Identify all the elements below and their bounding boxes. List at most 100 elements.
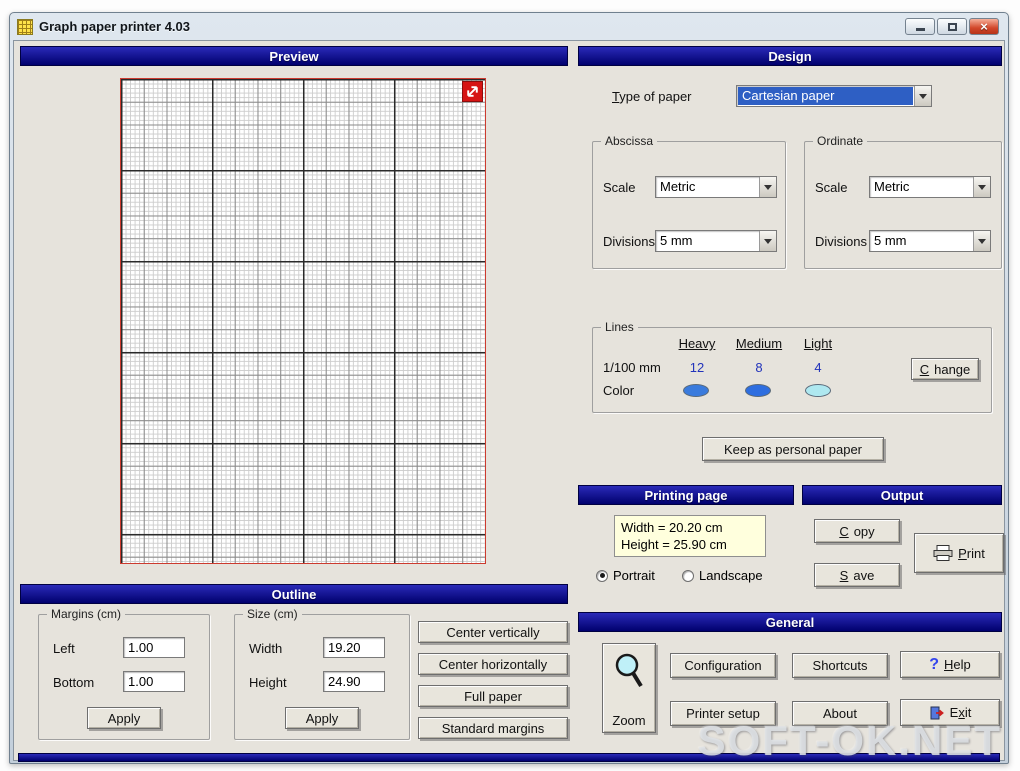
dropdown-arrow-icon[interactable] (759, 177, 776, 197)
height-input[interactable] (323, 671, 385, 692)
zoom-button-label: Zoom (612, 713, 646, 728)
dropdown-arrow-icon[interactable] (914, 86, 931, 106)
radio-selected-icon (596, 569, 608, 582)
app-window: Graph paper printer 4.03 × Preview Outli… (9, 12, 1009, 764)
ordinate-divisions-label: Divisions (815, 234, 868, 249)
maximize-button[interactable] (937, 18, 967, 35)
close-button[interactable]: × (969, 18, 999, 35)
medium-color-swatch[interactable] (745, 384, 771, 397)
help-button[interactable]: ? Help (900, 651, 1000, 678)
portrait-label: Portrait (613, 568, 655, 583)
center-vertically-button[interactable]: Center vertically (418, 621, 568, 643)
height-label: Height (249, 675, 287, 690)
size-group: Size (cm) Width Height Apply (234, 607, 410, 740)
dropdown-arrow-icon[interactable] (759, 231, 776, 251)
shortcuts-button[interactable]: Shortcuts (792, 653, 888, 678)
color-row-label: Color (603, 383, 635, 398)
about-button[interactable]: About (792, 701, 888, 726)
print-button[interactable]: Print (914, 533, 1004, 573)
light-column-header: Light (803, 336, 833, 351)
page-size-info-box: Width = 20.20 cm Height = 25.90 cm (614, 515, 766, 557)
size-apply-button[interactable]: Apply (285, 707, 359, 729)
margins-group-label: Margins (cm) (47, 607, 126, 621)
magnifier-icon (615, 653, 643, 688)
window-body: Preview Outline Margins (cm) Left 1.00 B… (13, 40, 1005, 762)
light-thickness-value: 4 (814, 360, 822, 375)
exit-button-label: Exit (949, 705, 972, 720)
dropdown-arrow-icon[interactable] (973, 231, 990, 251)
title-bar: Graph paper printer 4.03 × (13, 13, 1005, 40)
medium-thickness-value: 8 (755, 360, 763, 375)
heavy-column-header: Heavy (678, 336, 716, 351)
abscissa-scale-value: Metric (660, 179, 696, 194)
abscissa-divisions-label: Divisions (603, 234, 656, 249)
page-height-text: Height = 25.90 cm (621, 537, 727, 552)
ordinate-scale-value: Metric (874, 179, 910, 194)
ordinate-group: Ordinate Scale Metric Divisions 5 mm (804, 134, 1002, 269)
ordinate-divisions-value: 5 mm (874, 233, 907, 248)
page-width-text: Width = 20.20 cm (621, 520, 723, 535)
width-input[interactable] (323, 637, 385, 658)
ordinate-divisions-select[interactable]: 5 mm (869, 230, 991, 252)
print-button-label: Print (958, 545, 985, 561)
save-button[interactable]: Save (814, 563, 900, 587)
landscape-radio[interactable]: Landscape (682, 568, 763, 583)
type-of-paper-label: Type of paper (612, 89, 692, 104)
help-icon: ? (929, 655, 940, 673)
type-of-paper-value: Cartesian paper (738, 87, 913, 105)
left-margin-label: Left (53, 641, 75, 656)
dropdown-arrow-icon[interactable] (973, 177, 990, 197)
general-header: General (578, 612, 1002, 632)
printing-page-header: Printing page (578, 485, 794, 505)
lines-group: Lines Heavy Medium Light 1/100 mm 12 8 4… (592, 320, 992, 413)
abscissa-scale-select[interactable]: Metric (655, 176, 777, 198)
ordinate-scale-select[interactable]: Metric (869, 176, 991, 198)
output-header: Output (802, 485, 1002, 505)
preview-area (20, 66, 568, 578)
printer-setup-button[interactable]: Printer setup (670, 701, 776, 726)
preview-header: Preview (20, 46, 568, 66)
printer-icon (933, 545, 953, 561)
app-icon (17, 18, 33, 35)
medium-column-header: Medium (735, 336, 783, 351)
help-button-label: Help (944, 657, 971, 672)
left-margin-input[interactable] (123, 637, 185, 658)
minimize-button[interactable] (905, 18, 935, 35)
standard-margins-button[interactable]: Standard margins (418, 717, 568, 739)
diagonal-resize-icon (467, 86, 478, 97)
light-color-swatch[interactable] (805, 384, 831, 397)
landscape-label: Landscape (699, 568, 763, 583)
size-group-label: Size (cm) (243, 607, 302, 621)
abscissa-group-label: Abscissa (601, 134, 658, 148)
keep-as-personal-paper-button[interactable]: Keep as personal paper (702, 437, 884, 461)
window-controls: × (905, 18, 1001, 35)
abscissa-divisions-value: 5 mm (660, 233, 693, 248)
bottom-margin-input[interactable] (123, 671, 185, 692)
abscissa-divisions-select[interactable]: 5 mm (655, 230, 777, 252)
configuration-button[interactable]: Configuration (670, 653, 776, 678)
paper-preview (120, 78, 486, 564)
margins-apply-button[interactable]: Apply (87, 707, 161, 729)
heavy-thickness-value: 12 (689, 360, 705, 375)
portrait-radio[interactable]: Portrait (596, 568, 655, 583)
center-horizontally-button[interactable]: Center horizontally (418, 653, 568, 675)
copy-button[interactable]: Copy (814, 519, 900, 543)
thickness-row-label: 1/100 mm (603, 360, 661, 375)
full-paper-button[interactable]: Full paper (418, 685, 568, 707)
design-header: Design (578, 46, 1002, 66)
change-button[interactable]: Change (911, 358, 979, 380)
minimize-icon (915, 28, 925, 31)
screen: Graph paper printer 4.03 × Preview Outli… (0, 0, 1020, 771)
radio-unselected-icon (682, 569, 694, 582)
maximize-icon (947, 22, 957, 31)
resize-preview-button[interactable] (462, 81, 483, 102)
window-title: Graph paper printer 4.03 (39, 19, 190, 34)
heavy-color-swatch[interactable] (683, 384, 709, 397)
type-of-paper-select[interactable]: Cartesian paper (736, 85, 932, 107)
zoom-button[interactable]: Zoom (602, 643, 656, 733)
abscissa-scale-label: Scale (603, 180, 636, 195)
width-label: Width (249, 641, 283, 656)
exit-button[interactable]: Exit (900, 699, 1000, 726)
ordinate-scale-label: Scale (815, 180, 848, 195)
bottom-margin-label: Bottom (53, 675, 95, 690)
